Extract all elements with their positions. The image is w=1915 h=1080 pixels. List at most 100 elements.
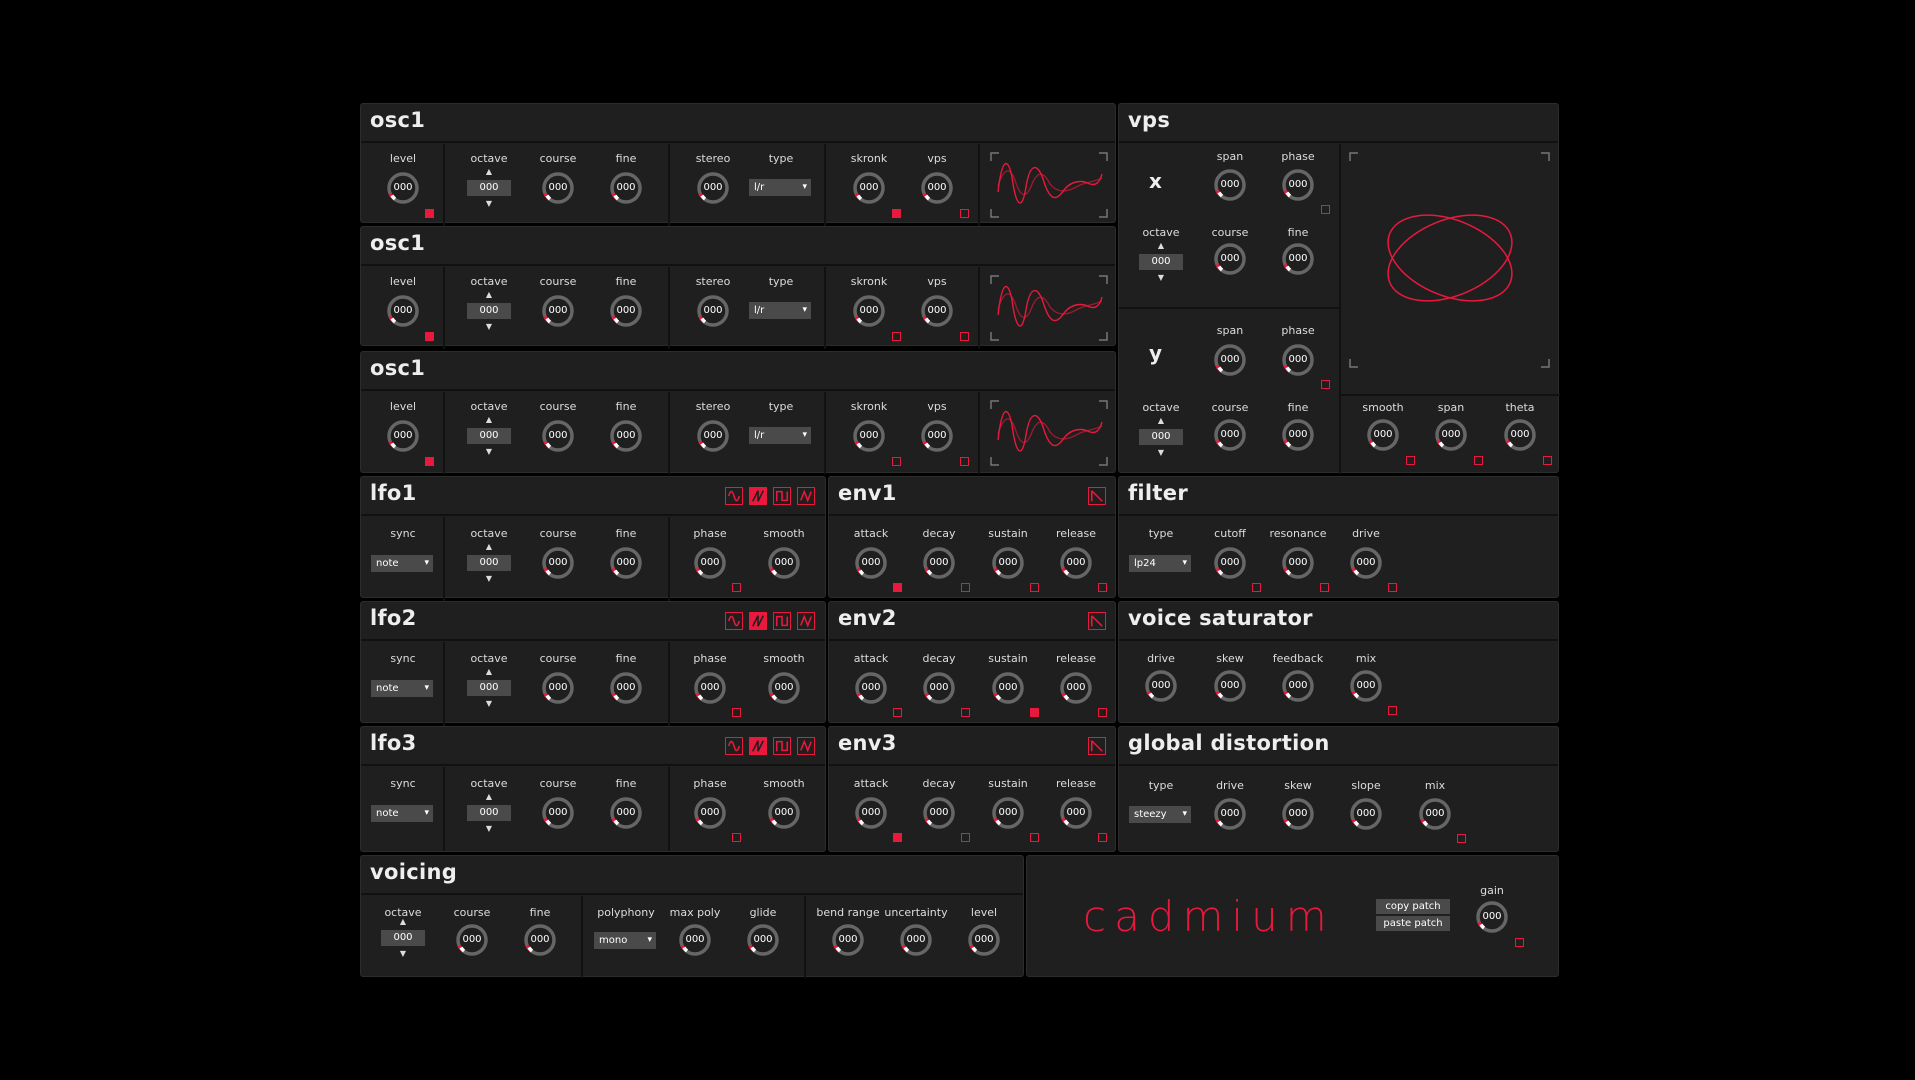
mod-indicator[interactable] (892, 457, 901, 466)
mod-indicator[interactable] (960, 332, 969, 341)
fine-knob[interactable]: 000 (609, 419, 643, 453)
fine-knob[interactable]: 000 (609, 171, 643, 205)
vps-knob[interactable]: 000 (920, 419, 954, 453)
saw-wave-icon[interactable] (749, 487, 767, 505)
sync-dropdown[interactable]: note ▾ (371, 555, 433, 572)
mod-indicator[interactable] (1321, 380, 1330, 389)
course-knob[interactable]: 000 (541, 796, 575, 830)
sine-wave-icon[interactable] (725, 737, 743, 755)
paste-patch-button[interactable]: paste patch (1376, 916, 1450, 931)
mod-indicator[interactable] (1388, 706, 1397, 715)
distortion-type-dropdown[interactable]: steezy ▾ (1129, 806, 1191, 823)
phase-knob[interactable]: 000 (693, 796, 727, 830)
triangle-wave-icon[interactable] (797, 487, 815, 505)
decay-knob[interactable]: 000 (922, 546, 956, 580)
x-fine-knob[interactable]: 000 (1281, 242, 1315, 276)
mod-indicator[interactable] (1030, 708, 1039, 717)
glide-knob[interactable]: 000 (746, 923, 780, 957)
stereo-knob[interactable]: 000 (696, 294, 730, 328)
smooth-knob[interactable]: 000 (1366, 418, 1400, 452)
copy-patch-button[interactable]: copy patch (1376, 899, 1450, 914)
skronk-knob[interactable]: 000 (852, 294, 886, 328)
x-span-knob[interactable]: 000 (1213, 168, 1247, 202)
mod-indicator[interactable] (960, 209, 969, 218)
cutoff-knob[interactable]: 000 (1213, 546, 1247, 580)
y-fine-knob[interactable]: 000 (1281, 418, 1315, 452)
stepper-value[interactable]: 000 (1139, 429, 1183, 445)
stereo-knob[interactable]: 000 (696, 419, 730, 453)
smooth-knob[interactable]: 000 (767, 671, 801, 705)
uncertainty-knob[interactable]: 000 (899, 923, 933, 957)
mod-indicator[interactable] (1515, 938, 1524, 947)
fine-knob[interactable]: 000 (523, 923, 557, 957)
decay-knob[interactable]: 000 (922, 796, 956, 830)
mod-indicator[interactable] (1457, 834, 1466, 843)
triangle-wave-icon[interactable] (797, 612, 815, 630)
drive-knob[interactable]: 000 (1349, 546, 1383, 580)
stepper-value[interactable]: 000 (1139, 254, 1183, 270)
octave-stepper[interactable]: ▲ 000 ▼ (467, 668, 511, 708)
octave-stepper[interactable]: ▲ 000 ▼ (467, 793, 511, 833)
mod-indicator[interactable] (425, 209, 434, 218)
sine-wave-icon[interactable] (725, 612, 743, 630)
envelope-shape-icon[interactable] (1088, 737, 1106, 755)
increment-arrow-icon[interactable]: ▲ (381, 918, 425, 926)
attack-knob[interactable]: 000 (854, 671, 888, 705)
span-knob[interactable]: 000 (1434, 418, 1468, 452)
skronk-knob[interactable]: 000 (852, 419, 886, 453)
increment-arrow-icon[interactable]: ▲ (467, 543, 511, 551)
mod-indicator[interactable] (1030, 833, 1039, 842)
mod-indicator[interactable] (961, 708, 970, 717)
release-knob[interactable]: 000 (1059, 671, 1093, 705)
level-knob[interactable]: 000 (386, 294, 420, 328)
stepper-value[interactable]: 000 (467, 428, 511, 444)
bend-range-knob[interactable]: 000 (831, 923, 865, 957)
square-wave-icon[interactable] (773, 737, 791, 755)
decrement-arrow-icon[interactable]: ▼ (467, 575, 511, 583)
sync-dropdown[interactable]: note ▾ (371, 805, 433, 822)
mod-indicator[interactable] (893, 708, 902, 717)
max-poly-knob[interactable]: 000 (678, 923, 712, 957)
mod-indicator[interactable] (1320, 583, 1329, 592)
vps-knob[interactable]: 000 (920, 171, 954, 205)
resonance-knob[interactable]: 000 (1281, 546, 1315, 580)
vps-knob[interactable]: 000 (920, 294, 954, 328)
level-knob[interactable]: 000 (386, 419, 420, 453)
mod-indicator[interactable] (732, 583, 741, 592)
attack-knob[interactable]: 000 (854, 546, 888, 580)
octave-stepper[interactable]: ▲ 000 ▼ (1139, 242, 1183, 282)
envelope-shape-icon[interactable] (1088, 487, 1106, 505)
mod-indicator[interactable] (1406, 456, 1415, 465)
release-knob[interactable]: 000 (1059, 796, 1093, 830)
square-wave-icon[interactable] (773, 487, 791, 505)
y-phase-knob[interactable]: 000 (1281, 343, 1315, 377)
phase-knob[interactable]: 000 (693, 546, 727, 580)
smooth-knob[interactable]: 000 (767, 546, 801, 580)
release-knob[interactable]: 000 (1059, 546, 1093, 580)
decrement-arrow-icon[interactable]: ▼ (1139, 274, 1183, 282)
mod-indicator[interactable] (732, 708, 741, 717)
course-knob[interactable]: 000 (541, 671, 575, 705)
decrement-arrow-icon[interactable]: ▼ (381, 950, 425, 958)
square-wave-icon[interactable] (773, 612, 791, 630)
mod-indicator[interactable] (1098, 833, 1107, 842)
increment-arrow-icon[interactable]: ▲ (467, 291, 511, 299)
mod-indicator[interactable] (425, 332, 434, 341)
sustain-knob[interactable]: 000 (991, 546, 1025, 580)
triangle-wave-icon[interactable] (797, 737, 815, 755)
octave-stepper[interactable]: ▲ 000 ▼ (381, 918, 425, 958)
fine-knob[interactable]: 000 (609, 294, 643, 328)
stepper-value[interactable]: 000 (467, 555, 511, 571)
sine-wave-icon[interactable] (725, 487, 743, 505)
drive-knob[interactable]: 000 (1144, 669, 1178, 703)
smooth-knob[interactable]: 000 (767, 796, 801, 830)
level-knob[interactable]: 000 (386, 171, 420, 205)
decrement-arrow-icon[interactable]: ▼ (467, 700, 511, 708)
mod-indicator[interactable] (1321, 205, 1330, 214)
stepper-value[interactable]: 000 (467, 303, 511, 319)
mod-indicator[interactable] (1098, 708, 1107, 717)
mod-indicator[interactable] (425, 457, 434, 466)
mix-knob[interactable]: 000 (1418, 797, 1452, 831)
stepper-value[interactable]: 000 (467, 180, 511, 196)
decay-knob[interactable]: 000 (922, 671, 956, 705)
